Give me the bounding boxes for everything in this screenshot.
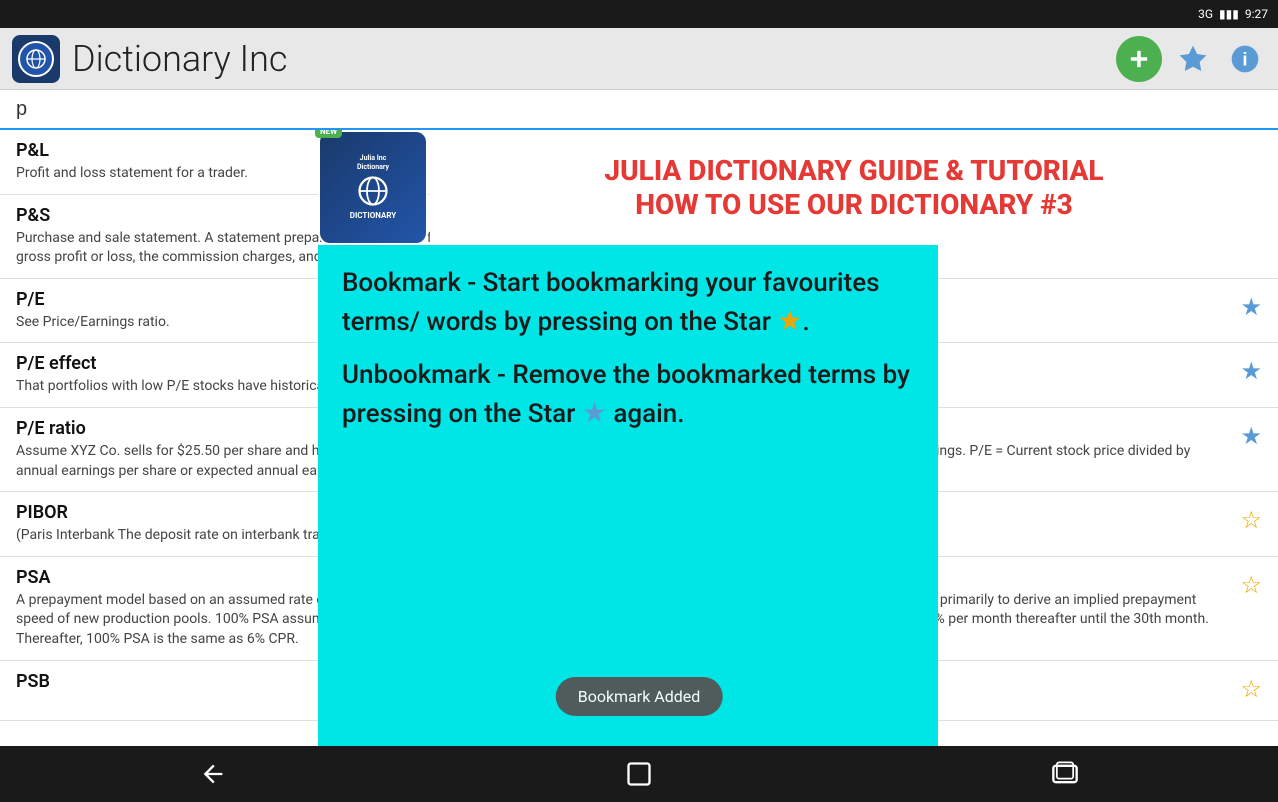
bookmark-toast: Bookmark Added <box>556 677 723 716</box>
search-input[interactable] <box>16 98 1262 121</box>
star-filled-icon: ★ <box>1240 294 1262 321</box>
bookmark-button[interactable] <box>1172 38 1214 80</box>
info-button[interactable]: i <box>1224 38 1266 80</box>
star-empty-icon: ☆ <box>1240 507 1262 534</box>
recents-button[interactable] <box>1035 754 1095 794</box>
home-button[interactable] <box>609 754 669 794</box>
star-blue-icon: ★ <box>582 396 607 429</box>
tutorial-logo: Julia Inc Dictionary DICTIONARY NEW <box>318 130 428 330</box>
star-gold-icon: ★ <box>777 304 802 337</box>
star-button[interactable]: ★ <box>1240 357 1262 386</box>
header-actions: i <box>1116 36 1266 82</box>
star-button[interactable]: ☆ <box>1240 675 1262 704</box>
star-button[interactable]: ☆ <box>1240 506 1262 535</box>
main-content: P&LProfit and loss statement for a trade… <box>0 130 1278 746</box>
app-header: Dictionary Inc i <box>0 28 1278 90</box>
battery-indicator: ▮▮▮ <box>1219 7 1239 21</box>
tutorial-header: JULIA DICTIONARY GUIDE & TUTORIAL HOW TO… <box>430 130 1278 245</box>
tutorial-unbookmark-text: Unbookmark - Remove the bookmarked terms… <box>342 357 914 433</box>
time-display: 9:27 <box>1245 7 1268 21</box>
star-button[interactable]: ☆ <box>1240 571 1262 600</box>
star-filled-icon: ★ <box>1240 423 1262 450</box>
app-title: Dictionary Inc <box>72 38 1104 80</box>
star-filled-icon: ★ <box>1240 358 1262 385</box>
star-button[interactable]: ★ <box>1240 293 1262 322</box>
star-empty-icon: ☆ <box>1240 572 1262 599</box>
search-bar[interactable] <box>0 90 1278 130</box>
app-icon <box>12 35 60 83</box>
svg-text:i: i <box>1242 48 1247 69</box>
back-button[interactable] <box>183 754 243 794</box>
signal-indicator: 3G <box>1198 7 1213 21</box>
add-button[interactable] <box>1116 36 1162 82</box>
tutorial-title: JULIA DICTIONARY GUIDE & TUTORIAL HOW TO… <box>594 154 1113 221</box>
star-button[interactable]: ★ <box>1240 422 1262 451</box>
status-bar: 3G ▮▮▮ 9:27 <box>0 0 1278 28</box>
navigation-bar <box>0 746 1278 802</box>
star-empty-icon: ☆ <box>1240 676 1262 703</box>
